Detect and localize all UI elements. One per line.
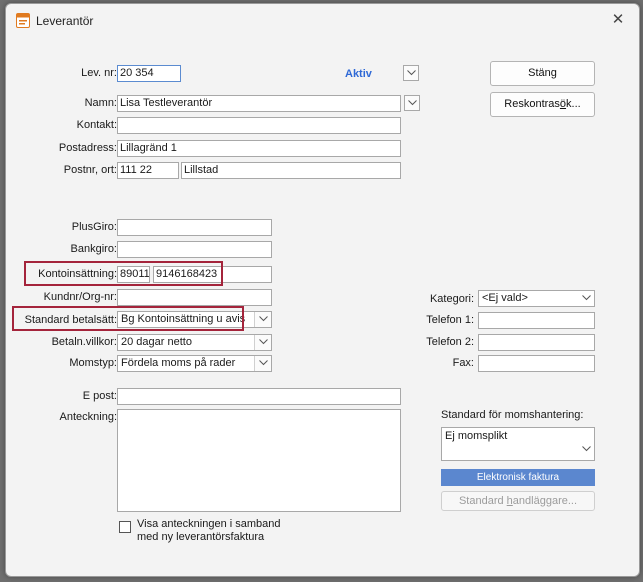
supplier-dialog: Leverantör ✕ Lev. nr: 20 354 Aktiv Stäng…: [5, 3, 640, 577]
label-epost: E post:: [82, 390, 117, 402]
momstyp-select[interactable]: Fördela moms på rader: [117, 355, 272, 372]
fax-input[interactable]: [478, 355, 595, 372]
status-aktiv: Aktiv: [345, 68, 372, 80]
handlaggare-label-part2: andläggare...: [512, 495, 578, 507]
label-postadress: Postadress:: [58, 142, 117, 154]
anteckning-textarea[interactable]: [117, 409, 401, 512]
kategori-select[interactable]: <Ej vald>: [478, 290, 595, 307]
label-telefon2: Telefon 2:: [426, 336, 474, 348]
chevron-down-icon[interactable]: [254, 356, 271, 371]
label-standard-moms: Standard för momshantering:: [441, 409, 584, 421]
kategori-value: <Ej vald>: [482, 292, 528, 304]
plusgiro-input[interactable]: [117, 219, 272, 236]
close-icon[interactable]: ✕: [607, 10, 629, 30]
betaln-villkor-select[interactable]: 20 dagar netto: [117, 334, 272, 351]
label-bankgiro: Bankgiro:: [70, 243, 117, 255]
visa-anteckning-label-line2: med ny leverantörsfaktura: [137, 531, 265, 543]
label-plusgiro: PlusGiro:: [71, 221, 117, 233]
label-anteckning: Anteckning:: [59, 411, 117, 423]
stang-button[interactable]: Stäng: [490, 61, 595, 86]
visa-anteckning-label: Visa anteckningen i samband med ny lever…: [137, 518, 281, 544]
label-telefon1: Telefon 1:: [426, 314, 474, 326]
lev-nr-input[interactable]: 20 354: [117, 65, 181, 82]
highlight-kontoinsattning: [24, 261, 223, 286]
postadress-input[interactable]: Lillagränd 1: [117, 140, 401, 157]
elektronisk-faktura-button[interactable]: Elektronisk faktura: [441, 469, 595, 486]
standard-moms-value: Ej momsplikt: [445, 430, 508, 442]
chevron-down-icon: [407, 70, 416, 76]
label-kundnr: Kundnr/Org-nr:: [43, 291, 117, 303]
namn-dropdown-button[interactable]: [404, 95, 420, 111]
elektronisk-faktura-label: Elektronisk faktura: [476, 472, 560, 483]
chevron-down-icon[interactable]: [254, 312, 271, 327]
reskontra-label-part1: Reskontras: [504, 98, 560, 110]
kontakt-input[interactable]: [117, 117, 401, 134]
label-momstyp: Momstyp:: [69, 357, 117, 369]
reskontrasok-button[interactable]: Reskontrasök...: [490, 92, 595, 117]
stang-label: Stäng: [528, 67, 557, 79]
momstyp-value: Fördela moms på rader: [121, 357, 236, 369]
label-kategori: Kategori:: [429, 293, 474, 305]
telefon1-input[interactable]: [478, 312, 595, 329]
ort-input[interactable]: Lillstad: [181, 162, 401, 179]
chevron-down-icon[interactable]: [254, 335, 271, 350]
highlight-standard-betalsatt: [12, 306, 244, 331]
handlaggare-label-part1: Standard: [458, 495, 507, 507]
label-betaln-villkor: Betaln.villkor:: [51, 336, 117, 348]
telefon2-input[interactable]: [478, 334, 595, 351]
bankgiro-input[interactable]: [117, 241, 272, 258]
chevron-down-icon[interactable]: [582, 443, 591, 455]
namn-input[interactable]: Lisa Testleverantör: [117, 95, 401, 112]
epost-input[interactable]: [117, 388, 401, 405]
standard-handlaggare-button[interactable]: Standard handläggare...: [441, 491, 595, 511]
betaln-villkor-value: 20 dagar netto: [121, 336, 192, 348]
label-lev-nr: Lev. nr:: [81, 67, 117, 79]
chevron-down-icon[interactable]: [578, 291, 594, 306]
window-title: Leverantör: [36, 14, 94, 28]
label-fax: Fax:: [452, 357, 474, 369]
standard-moms-select[interactable]: Ej momsplikt: [441, 427, 595, 461]
visa-anteckning-label-line1: Visa anteckningen i samband: [137, 518, 281, 530]
status-dropdown-button[interactable]: [403, 65, 419, 81]
visa-anteckning-checkbox[interactable]: [119, 521, 131, 533]
app-icon: [16, 13, 30, 28]
label-kontakt: Kontakt:: [76, 119, 117, 131]
postnr-input[interactable]: 111 22: [117, 162, 179, 179]
reskontra-label-part2: k...: [566, 98, 581, 110]
chevron-down-icon: [408, 100, 417, 106]
label-namn: Namn:: [84, 97, 117, 109]
label-postnr-ort: Postnr, ort:: [63, 164, 117, 176]
kundnr-input[interactable]: [117, 289, 272, 306]
title-bar: Leverantör ✕: [6, 4, 639, 36]
